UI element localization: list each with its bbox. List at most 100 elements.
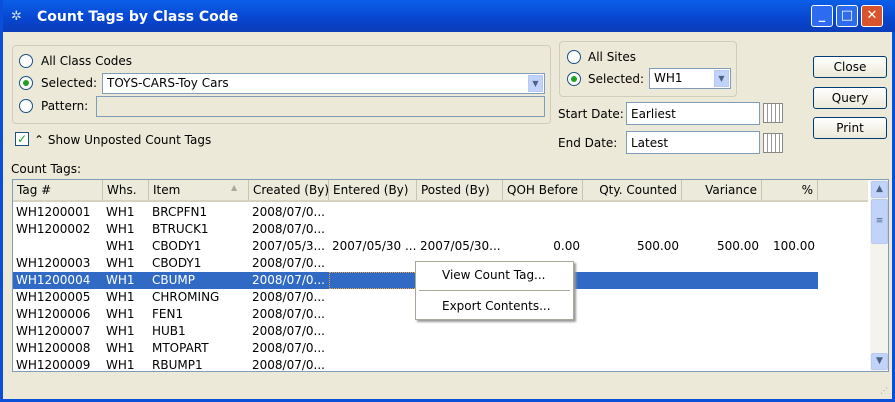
table-cell: BRCPFN1 <box>152 205 208 219</box>
selected-class-code-label: Selected: <box>41 76 98 90</box>
context-menu: View Count Tag... Export Contents... <box>415 261 574 320</box>
pattern-radio[interactable] <box>19 99 33 113</box>
table-cell: WH1200007 <box>16 324 91 338</box>
table-cell: FEN1 <box>152 307 184 321</box>
calendar-icon[interactable] <box>763 133 783 153</box>
calendar-icon[interactable] <box>763 103 783 123</box>
column-header[interactable]: Entered (By) <box>329 180 417 200</box>
menu-separator <box>419 290 570 291</box>
app-icon: ✲ <box>11 9 22 24</box>
table-cell: 500.00 <box>717 239 759 253</box>
table-cell: WH1200001 <box>16 205 91 219</box>
table-cell: WH1 <box>106 222 135 236</box>
table-row[interactable]: WH1 CBODY1 2007/05/3... 2007/05/30 ... 2007/… <box>13 238 818 255</box>
focus-cell <box>329 272 417 289</box>
menu-item-export-contents[interactable]: Export Contents... <box>442 299 551 313</box>
window: ✲ Count Tags by Class Code _ □ ✕ All Cla… <box>0 0 895 402</box>
selected-site-label: Selected: <box>588 72 645 86</box>
class-code-select[interactable]: TOYS-CARS-Toy Cars ▼ <box>102 73 545 94</box>
query-button[interactable]: Query <box>813 87 887 109</box>
table-cell: BTRUCK1 <box>152 222 209 236</box>
selected-site-radio[interactable] <box>567 72 581 86</box>
print-button[interactable]: Print <box>813 117 887 139</box>
table-cell: 2007/05/30 ... <box>332 239 417 253</box>
column-header[interactable]: Posted (By) <box>417 180 503 200</box>
site-select[interactable]: WH1 ▼ <box>649 68 731 89</box>
table-cell: MTOPART <box>152 341 209 355</box>
scrollbar[interactable]: ▲ ≡ ▼ <box>870 180 888 371</box>
end-date-label: End Date: <box>558 136 618 150</box>
all-sites-label: All Sites <box>588 50 636 64</box>
table-row[interactable]: WH1200009 WH1 RBUMP1 2008/07/0... <box>13 357 818 372</box>
table-cell: 2008/07/0... <box>252 358 325 372</box>
scroll-thumb[interactable]: ≡ <box>871 199 888 244</box>
table-cell: 2008/07/0... <box>252 256 325 270</box>
table-cell: 2008/07/0... <box>252 222 325 236</box>
table-cell: 2008/07/0... <box>252 341 325 355</box>
table-cell: 2007/05/30... <box>420 239 501 253</box>
chevron-down-icon: ▼ <box>528 75 543 92</box>
pattern-input[interactable] <box>96 96 545 117</box>
table-cell: WH1200006 <box>16 307 91 321</box>
sort-ascending-icon: ▲ <box>231 183 238 192</box>
start-date-label: Start Date: <box>558 107 624 121</box>
column-header[interactable]: Created (By) <box>249 180 329 200</box>
table-cell: 2008/07/0... <box>252 324 325 338</box>
class-code-value: TOYS-CARS-Toy Cars <box>107 76 229 90</box>
table-cell: CBUMP <box>152 273 195 287</box>
show-unposted-label: ⌃ Show Unposted Count Tags <box>34 133 212 147</box>
table-cell: 2008/07/0... <box>252 307 325 321</box>
column-header[interactable]: Tag # <box>13 180 103 200</box>
close-button[interactable]: Close <box>813 56 887 78</box>
show-unposted-checkbox[interactable]: ✓ <box>15 132 29 146</box>
table-cell: 2008/07/0... <box>252 290 325 304</box>
menu-item-view-count-tag[interactable]: View Count Tag... <box>442 268 546 282</box>
close-window-button[interactable]: ✕ <box>861 5 883 27</box>
minimize-button[interactable]: _ <box>811 5 833 27</box>
chevron-down-icon: ▼ <box>714 70 729 87</box>
scroll-down-button[interactable]: ▼ <box>871 353 888 370</box>
table-row[interactable]: WH1200002 WH1 BTRUCK1 2008/07/0... <box>13 221 818 238</box>
selected-class-code-radio[interactable] <box>19 76 33 90</box>
count-tags-label: Count Tags: <box>11 162 82 176</box>
end-date-input[interactable]: Latest <box>626 131 760 154</box>
column-header[interactable]: Whs. <box>103 180 149 200</box>
table-cell: WH1200009 <box>16 358 91 372</box>
column-header[interactable]: Qty. Counted <box>583 180 682 200</box>
resize-grip-icon[interactable]: ⋰ <box>880 386 888 395</box>
table-header: Tag # Whs. Item Created (By) Entered (By) Pos… <box>13 180 868 202</box>
column-header[interactable]: % <box>762 180 818 200</box>
table-cell: CHROMING <box>152 290 220 304</box>
table-cell: WH1 <box>106 290 135 304</box>
all-sites-radio[interactable] <box>567 50 581 64</box>
table-row[interactable]: WH1200008 WH1 MTOPART 2008/07/0... <box>13 340 818 357</box>
all-class-codes-radio[interactable] <box>19 54 33 68</box>
table-cell: WH1 <box>106 324 135 338</box>
window-title: Count Tags by Class Code <box>37 9 239 25</box>
title-bar: ✲ Count Tags by Class Code _ □ ✕ <box>3 0 895 32</box>
table-cell: RBUMP1 <box>152 358 203 372</box>
table-cell: WH1 <box>106 256 135 270</box>
table-cell: 100.00 <box>773 239 815 253</box>
table-cell: WH1 <box>106 307 135 321</box>
all-class-codes-label: All Class Codes <box>41 54 133 68</box>
column-header[interactable]: QOH Before <box>503 180 583 200</box>
table-cell: 2008/07/0... <box>252 205 325 219</box>
table-cell: WH1 <box>106 205 135 219</box>
table-cell: 500.00 <box>637 239 679 253</box>
table-cell: CBODY1 <box>152 239 202 253</box>
table-cell: WH1200008 <box>16 341 91 355</box>
start-date-input[interactable]: Earliest <box>626 102 760 125</box>
table-cell: WH1 <box>106 239 135 253</box>
table-cell: WH1 <box>106 341 135 355</box>
table-cell: WH1 <box>106 273 135 287</box>
table-cell: WH1200003 <box>16 256 91 270</box>
table-cell: HUB1 <box>152 324 186 338</box>
scroll-up-button[interactable]: ▲ <box>871 181 888 198</box>
table-cell: CBODY1 <box>152 256 202 270</box>
table-row[interactable]: WH1200007 WH1 HUB1 2008/07/0... <box>13 323 818 340</box>
table-row[interactable]: WH1200001 WH1 BRCPFN1 2008/07/0... <box>13 204 818 221</box>
maximize-button[interactable]: □ <box>836 5 858 27</box>
table-cell: WH1200005 <box>16 290 91 304</box>
column-header[interactable]: Variance <box>682 180 762 200</box>
